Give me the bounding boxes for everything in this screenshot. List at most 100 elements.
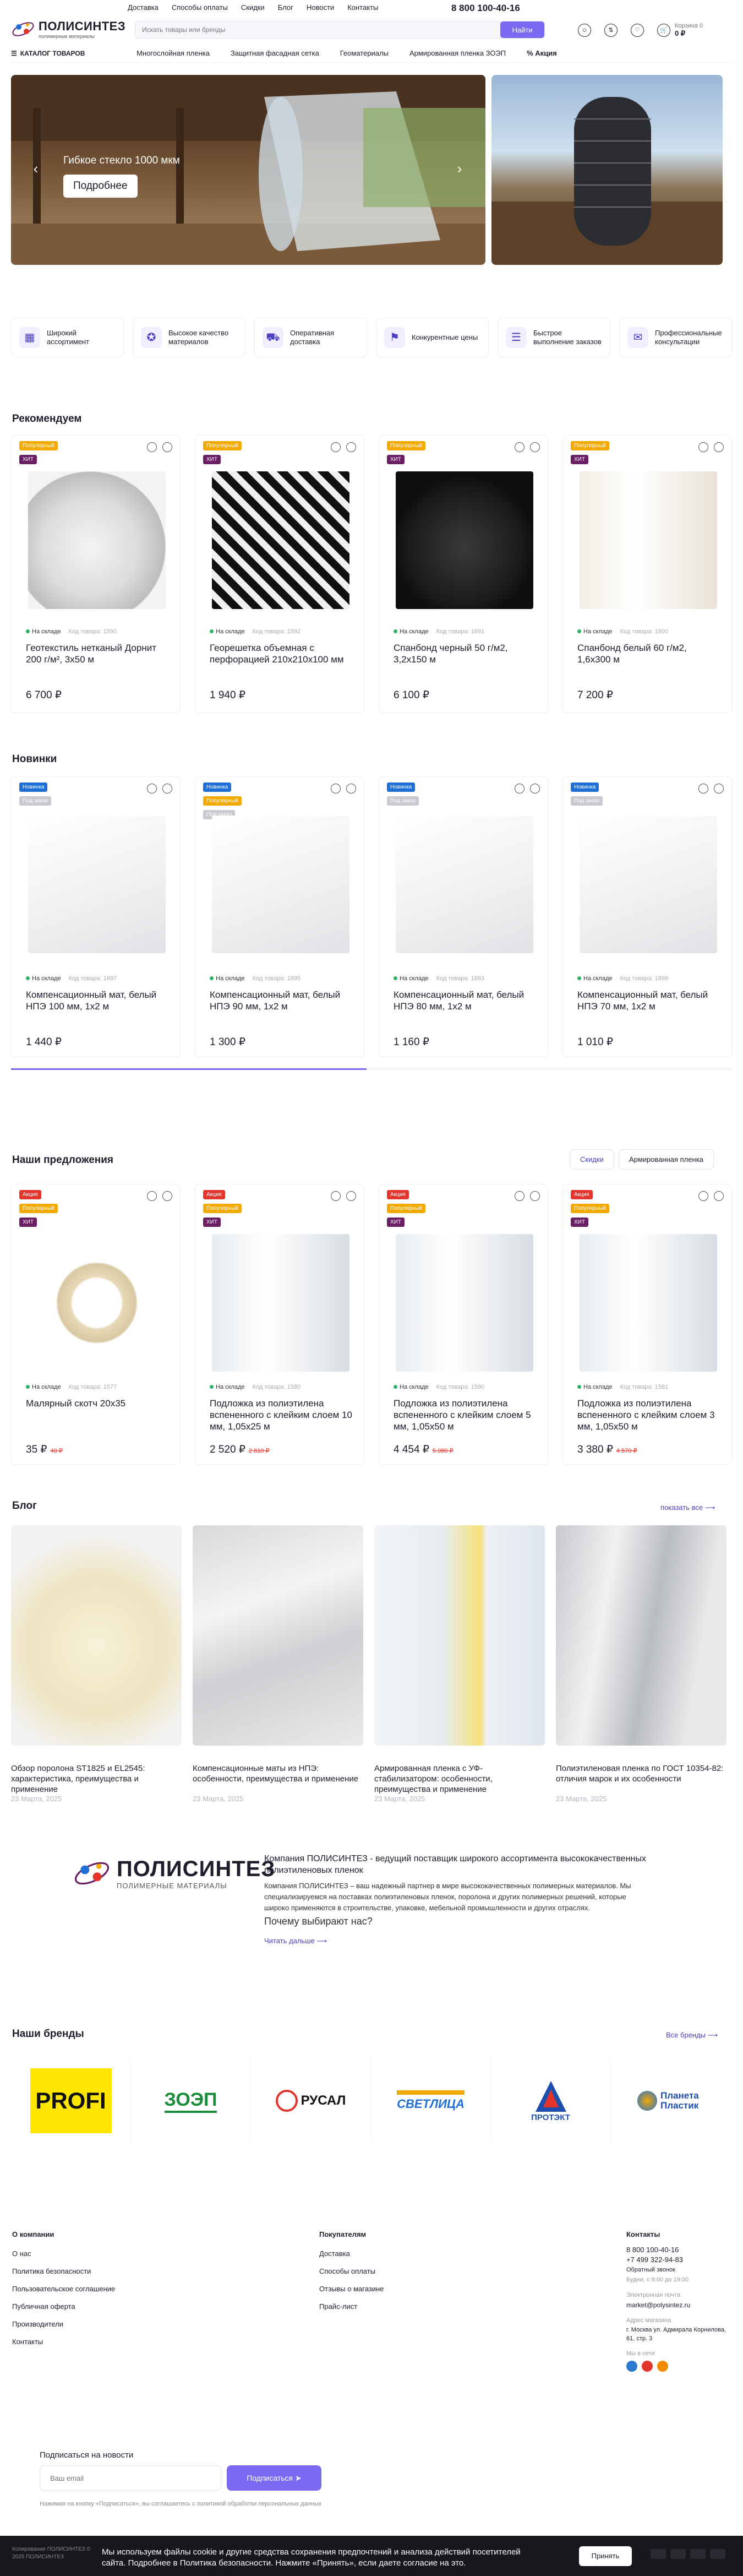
product-card[interactable]: Популярный ХИТ На складе Код товара: 1592… <box>195 435 364 713</box>
brand-zoep[interactable]: ЗОЭП <box>131 2059 251 2142</box>
product-name[interactable]: Подложка из полиэтилена вспененного с кл… <box>394 1398 537 1432</box>
product-name[interactable]: Спанбонд черный 50 г/м2, 3,2х150 м <box>394 642 537 665</box>
compare-icon[interactable] <box>331 1191 341 1201</box>
blog-post[interactable]: Армированная пленка с УФ-стабилизатором:… <box>374 1525 545 1803</box>
search-button[interactable]: Найти <box>500 21 544 38</box>
compare-icon[interactable] <box>515 784 525 794</box>
heart-icon[interactable] <box>162 442 172 452</box>
category-link-facade-net[interactable]: Защитная фасадная сетка <box>231 49 319 57</box>
heart-icon[interactable] <box>530 784 540 794</box>
product-image[interactable] <box>580 1234 717 1372</box>
heart-icon[interactable] <box>530 1191 540 1201</box>
product-card[interactable]: Новинка Под заказ На складе Код товара: 1… <box>562 776 732 1057</box>
product-card[interactable]: Новинка Под заказ На складе Код товара: 1… <box>379 776 548 1057</box>
about-read-more-link[interactable]: Читать дальше ⟶ <box>264 1936 649 1947</box>
compare-icon[interactable] <box>698 1191 708 1201</box>
product-card[interactable]: Новинка Под заказ На складе Код товара: 1… <box>11 776 181 1057</box>
top-nav-discounts[interactable]: Скидки <box>241 3 265 12</box>
footer-link[interactable]: Прайс-лист <box>319 2298 384 2316</box>
footer-phone-2[interactable]: +7 499 322-94-83 <box>626 2255 731 2265</box>
footer-link[interactable]: Публичная оферта <box>12 2298 115 2316</box>
blog-post[interactable]: Полиэтиленовая пленка по ГОСТ 10354-82: … <box>556 1525 726 1803</box>
blog-post[interactable]: Компенсационные маты из НПЭ: особенности… <box>193 1525 363 1803</box>
youtube-icon[interactable] <box>642 2361 653 2372</box>
product-image[interactable] <box>580 816 717 953</box>
footer-phone-1[interactable]: 8 800 100-40-16 <box>626 2245 731 2255</box>
heart-icon[interactable] <box>714 1191 724 1201</box>
vk-icon[interactable] <box>626 2361 637 2372</box>
product-name[interactable]: Спанбонд белый 60 г/м2, 1,6х300 м <box>577 642 720 665</box>
footer-link[interactable]: Политика безопасности <box>12 2263 115 2280</box>
footer-link[interactable]: Производители <box>12 2316 115 2333</box>
footer-link[interactable]: Отзывы о магазине <box>319 2280 384 2298</box>
product-name[interactable]: Компенсационный мат, белый НПЭ 70 мм, 1х… <box>577 989 720 1012</box>
product-card[interactable]: Акция Популярный ХИТ На складе Код товара:… <box>195 1184 364 1465</box>
brand-protekt[interactable]: ПРОТЭКТ <box>491 2059 611 2142</box>
brand-profi[interactable]: PROFI <box>11 2059 131 2142</box>
top-nav-payment[interactable]: Способы оплаты <box>172 3 228 12</box>
heart-icon[interactable] <box>346 1191 356 1201</box>
top-nav-delivery[interactable]: Доставка <box>128 3 159 12</box>
compare-icon[interactable] <box>515 442 525 452</box>
compare-icon[interactable] <box>147 442 157 452</box>
heart-icon[interactable] <box>162 784 172 794</box>
hero-prev-arrow-icon[interactable]: ‹ <box>28 160 44 177</box>
product-image[interactable] <box>212 816 349 953</box>
heart-icon[interactable] <box>530 442 540 452</box>
compare-icon[interactable] <box>147 784 157 794</box>
hero-slide-side[interactable] <box>491 75 723 265</box>
product-card[interactable]: Акция Популярный ХИТ На складе Код товара:… <box>562 1184 732 1465</box>
heart-icon[interactable] <box>714 784 724 794</box>
product-name[interactable]: Компенсационный мат, белый НПЭ 80 мм, 1х… <box>394 989 537 1012</box>
footer-link[interactable]: Пользовательское соглашение <box>12 2280 115 2298</box>
footer-link[interactable]: Способы оплаты <box>319 2263 384 2280</box>
subscribe-button[interactable]: Подписаться ➤ <box>227 2465 321 2491</box>
footer-callback-link[interactable]: Обратный звонок <box>626 2265 731 2275</box>
promo-link[interactable]: % Акция <box>527 49 557 57</box>
top-nav-news[interactable]: Новости <box>307 3 334 12</box>
heart-icon[interactable] <box>346 784 356 794</box>
news-scrollbar[interactable] <box>11 1068 367 1070</box>
top-nav-contacts[interactable]: Контакты <box>347 3 378 12</box>
footer-link[interactable]: Доставка <box>319 2245 384 2263</box>
product-name[interactable]: Компенсационный мат, белый НПЭ 90 мм, 1х… <box>210 989 353 1012</box>
search-input[interactable] <box>135 26 500 34</box>
brand-planeta[interactable]: Планета Пластик <box>611 2059 731 2142</box>
header-phone[interactable]: 8 800 100-40-16 <box>451 3 520 14</box>
brands-show-all-link[interactable]: Все бренды ⟶ <box>666 2031 718 2040</box>
footer-email[interactable]: market@polysintez.ru <box>626 2300 731 2310</box>
product-card[interactable]: Акция Популярный ХИТ На складе Код товара:… <box>11 1184 181 1465</box>
compare-icon[interactable] <box>698 784 708 794</box>
tab-reinforced-film[interactable]: Армированная пленка <box>618 1149 714 1170</box>
product-image[interactable] <box>212 1234 349 1372</box>
product-image[interactable] <box>28 471 166 609</box>
cookie-accept-button[interactable]: Принять <box>579 2546 632 2566</box>
subscribe-email-input[interactable] <box>40 2465 221 2491</box>
product-card[interactable]: Популярный ХИТ На складе Код товара: 1800… <box>562 435 732 713</box>
product-image[interactable] <box>212 471 349 609</box>
product-name[interactable]: Подложка из полиэтилена вспененного с кл… <box>210 1398 353 1432</box>
product-name[interactable]: Георешетка объемная с перфорацией 210х21… <box>210 642 353 665</box>
product-image[interactable] <box>396 1234 533 1372</box>
product-image[interactable] <box>28 816 166 953</box>
brand-svetlitsa[interactable]: СВЕТЛИЦА <box>371 2059 491 2142</box>
brand-rusal[interactable]: РУСАЛ <box>251 2059 371 2142</box>
blog-post[interactable]: Обзор поролона ST1825 и EL2545: характер… <box>11 1525 182 1803</box>
product-image[interactable] <box>28 1234 166 1372</box>
blog-show-all-link[interactable]: показать все ⟶ <box>660 1503 715 1512</box>
product-image[interactable] <box>396 471 533 609</box>
category-link-multilayer[interactable]: Многослойная пленка <box>136 49 210 57</box>
cart[interactable]: 🛒 Корзина 0 0 ₽ <box>657 22 703 38</box>
product-name[interactable]: Геотекстиль нетканый Дорнит 200 г/м², 3х… <box>26 642 169 665</box>
compare-icon[interactable] <box>515 1191 525 1201</box>
compare-icon[interactable]: ⇅ <box>604 23 618 37</box>
logo[interactable]: ПОЛИСИНТЕЗ полимерные материалы <box>11 18 132 40</box>
hero-next-arrow-icon[interactable]: › <box>451 160 468 177</box>
compare-icon[interactable] <box>331 784 341 794</box>
footer-link[interactable]: О нас <box>12 2245 115 2263</box>
compare-icon[interactable] <box>147 1191 157 1201</box>
tab-discounts[interactable]: Скидки <box>570 1149 614 1170</box>
compare-icon[interactable] <box>331 442 341 452</box>
product-card[interactable]: Популярный ХИТ На складе Код товара: 1691… <box>379 435 548 713</box>
heart-icon[interactable]: ♡ <box>631 23 644 37</box>
